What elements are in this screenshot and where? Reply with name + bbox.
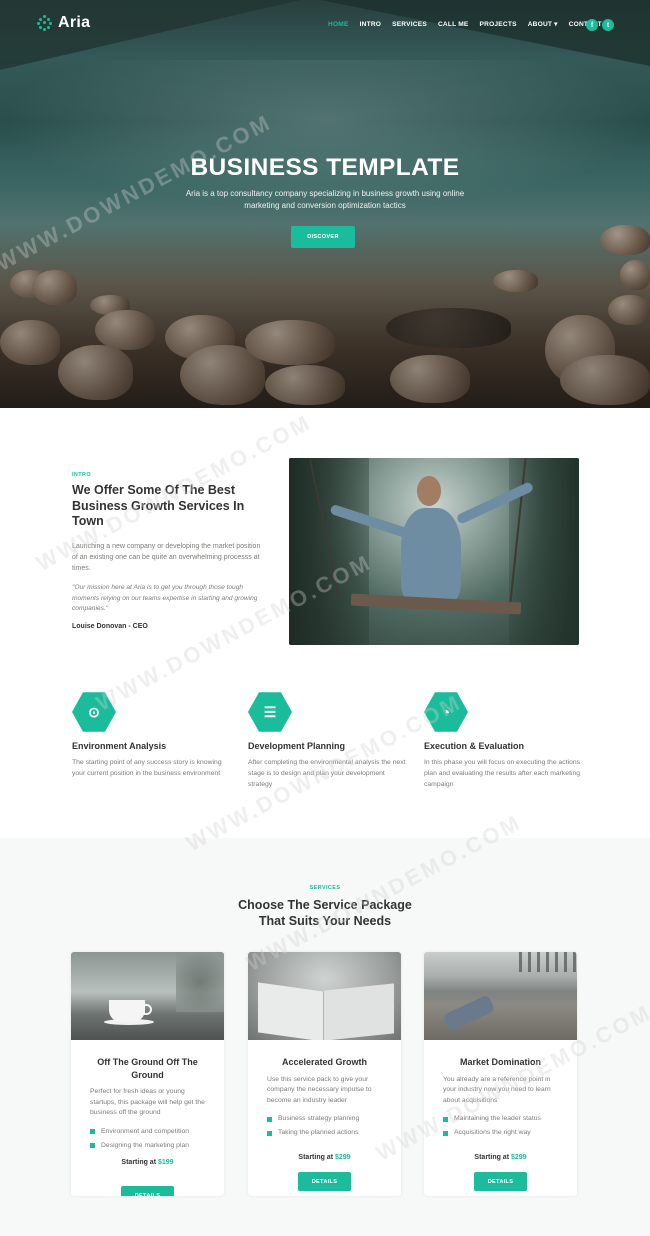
list-item: Acquisitions the right way [443,1126,558,1140]
services-eyebrow: SERVICES [309,885,341,891]
list-item: Taking the planned actions [267,1126,382,1140]
bullet-icon [90,1143,95,1148]
feature-title: Execution & Evaluation [424,741,525,751]
package-image-coffee [71,952,224,1040]
price-label: Starting at [298,1154,334,1161]
intro-quote: "Our mission here at Aria is to get you … [72,584,258,612]
package-price: Starting at $199 [71,1159,224,1166]
price-label: Starting at [474,1154,510,1161]
feature-text: In this phase you will focus on executin… [424,759,581,788]
package-card: Accelerated Growth Use this service pack… [248,952,401,1196]
list-item: Designing the marketing plan [90,1139,205,1153]
package-card: Off The Ground Off The Ground Perfect fo… [71,952,224,1196]
list-item-label: Taking the planned actions [278,1129,359,1136]
facebook-icon[interactable]: f [586,19,598,31]
nav-services[interactable]: SERVICES [392,21,427,28]
package-title: Off The Ground Off The Ground [97,1057,198,1080]
intro-image [289,458,579,645]
nav-projects[interactable]: PROJECTS [480,21,517,28]
twitter-icon[interactable]: t [602,19,614,31]
bullet-icon [267,1130,272,1136]
price-label: Starting at [121,1159,157,1166]
intro-eyebrow: INTRO [72,472,92,478]
package-title: Accelerated Growth [281,1057,368,1067]
nav-call-me[interactable]: CALL ME [438,21,469,28]
details-button[interactable]: DETAILS [474,1172,527,1191]
package-text: Perfect for fresh ideas or young startup… [90,1088,205,1116]
list-item: Business strategy planning [267,1112,382,1126]
hero-subtitle: Aria is a top consultancy company specia… [185,189,465,210]
hero-title: BUSINESS TEMPLATE [190,154,460,181]
nav-intro[interactable]: INTRO [360,21,382,28]
bullet-icon [90,1129,95,1134]
price-value: $199 [158,1159,174,1166]
discover-button[interactable]: DISCOVER [291,226,355,248]
nav-home[interactable]: HOME [328,21,349,28]
list-item-label: Designing the marketing plan [101,1141,190,1149]
list-item: Environment and competition [90,1125,205,1139]
logo[interactable]: Aria [37,14,90,32]
bullet-icon [267,1116,272,1122]
price-value: $299 [335,1154,351,1161]
feature-text: The starting point of any success story … [72,759,222,777]
photo-person [401,508,461,603]
feature-title: Environment Analysis [72,741,167,751]
main-menu: HOME INTRO SERVICES CALL ME PROJECTS ABO… [328,20,613,29]
details-button[interactable]: DETAILS [121,1186,174,1196]
intro-author: Louise Donovan - CEO [72,623,148,630]
price-value: $299 [511,1154,527,1161]
package-features: Business strategy planning Taking the pl… [267,1112,382,1140]
logo-text: Aria [58,14,91,31]
list-item-label: Environment and competition [101,1127,190,1135]
package-text: Use this service pack to give your compa… [267,1075,372,1104]
list-item-label: Business strategy planning [278,1115,360,1122]
logo-hex-icon [37,15,53,31]
details-button[interactable]: DETAILS [298,1172,351,1191]
photo-head [417,476,441,506]
nav-about-dropdown[interactable]: ABOUT ▾ [528,20,558,28]
package-features: Environment and competition Designing th… [90,1125,205,1153]
navbar: Aria HOME INTRO SERVICES CALL ME PROJECT… [0,0,650,50]
package-image-beach [424,952,577,1040]
list-icon: ☰ [248,692,292,732]
list-item-label: Acquisitions the right way [454,1129,531,1136]
package-price: Starting at $299 [424,1154,577,1161]
